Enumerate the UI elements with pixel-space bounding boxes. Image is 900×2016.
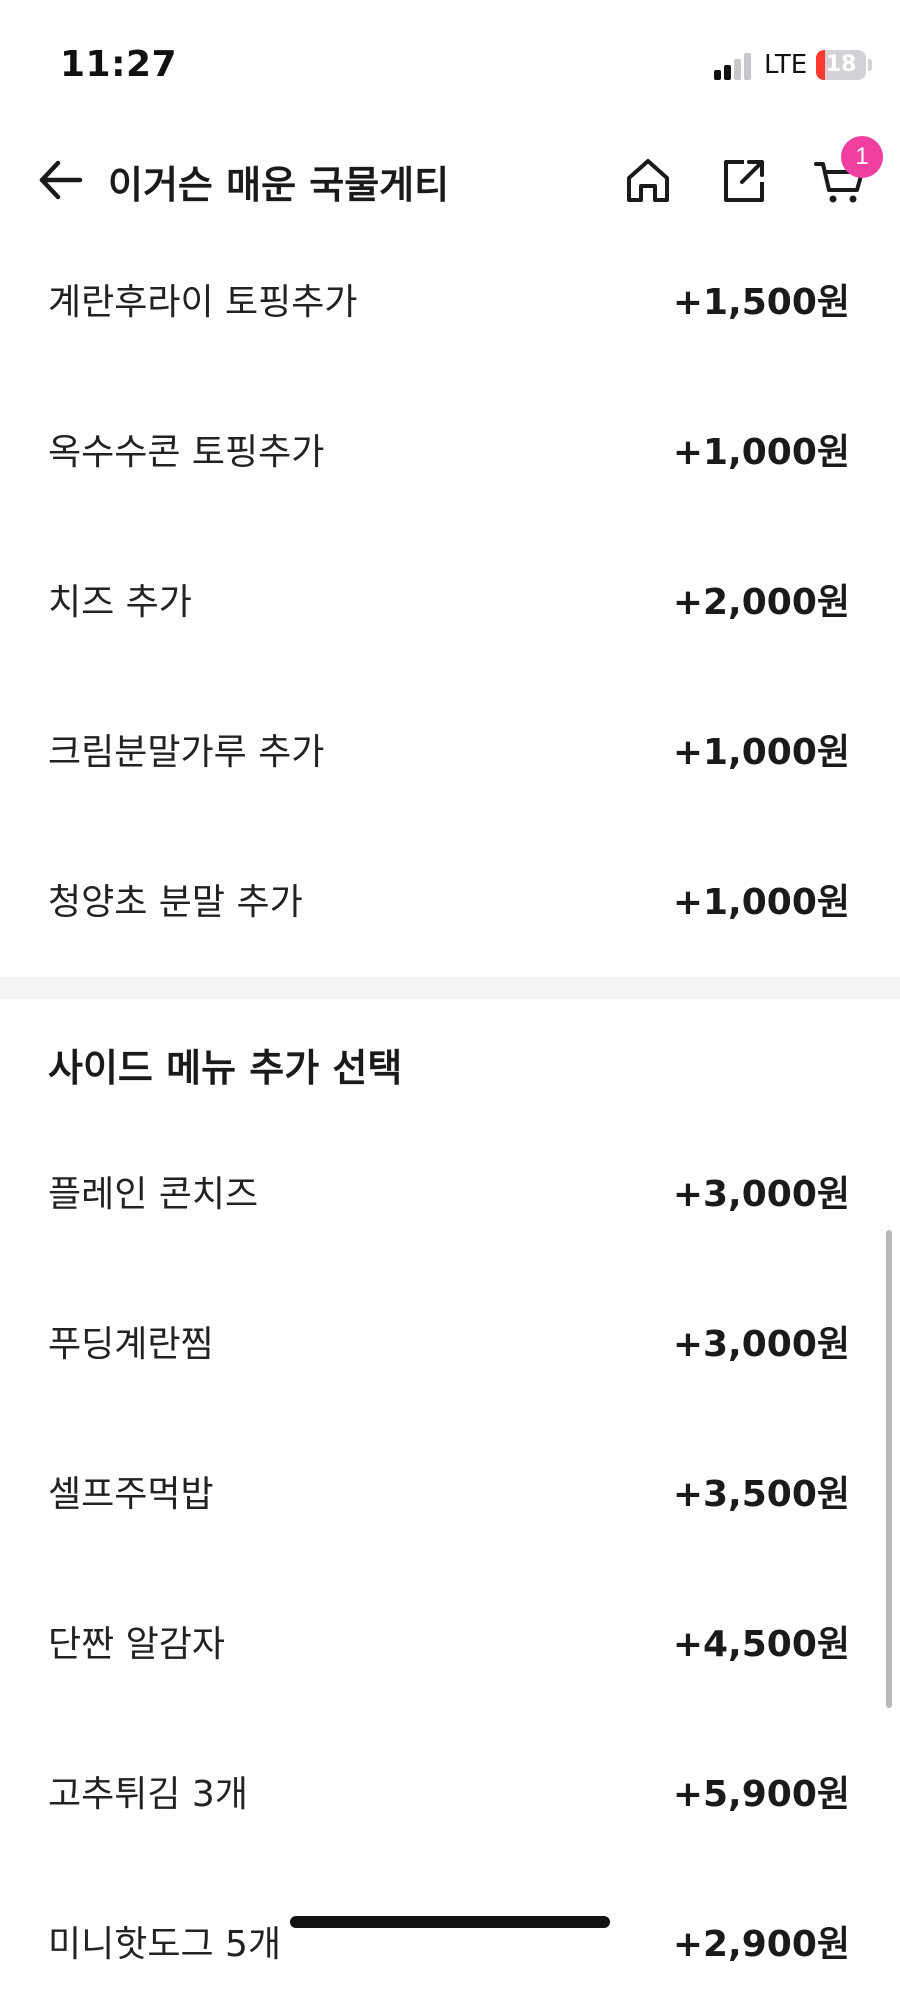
option-row[interactable]: 계란후라이 토핑추가 +1,500원 [0, 224, 900, 374]
share-icon [724, 160, 764, 202]
option-row[interactable]: 플레인 콘치즈 +3,000원 [0, 1116, 900, 1266]
cellular-signal-icon [714, 52, 754, 80]
option-row[interactable]: 옥수수콘 토핑추가 +1,000원 [0, 374, 900, 524]
option-label: 푸딩계란찜 [48, 1324, 214, 1365]
option-row[interactable]: 청양초 분말 추가 +1,000원 [0, 824, 900, 974]
option-label: 계란후라이 토핑추가 [48, 282, 358, 323]
side-menu-options-list: 플레인 콘치즈 +3,000원 푸딩계란찜 +3,000원 셀프주먹밥 +3,5… [0, 1116, 900, 2016]
status-time: 11:27 [60, 44, 178, 85]
option-row[interactable]: 고추튀김 3개 +5,900원 [0, 1716, 900, 1866]
option-price: +5,900원 [672, 1774, 850, 1815]
option-label: 치즈 추가 [48, 582, 192, 623]
option-label: 크림분말가루 추가 [48, 732, 325, 773]
app-header: 이거슨 매운 국물게티 [0, 130, 900, 230]
option-row[interactable]: 미니핫도그 5개 +2,900원 [0, 1866, 900, 2016]
battery-cap [868, 59, 872, 71]
option-price: +1,000원 [672, 432, 850, 473]
option-price: +2,000원 [672, 582, 850, 623]
side-menu-section-title: 사이드 메뉴 추가 선택 [48, 1046, 403, 1090]
battery-icon: 18 [816, 50, 866, 80]
back-arrow-icon [39, 160, 83, 200]
home-indicator[interactable] [290, 1916, 610, 1928]
page-title: 이거슨 매운 국물게티 [108, 163, 450, 207]
topping-options-list: 계란후라이 토핑추가 +1,500원 옥수수콘 토핑추가 +1,000원 치즈 … [0, 224, 900, 974]
option-price: +1,500원 [672, 282, 850, 323]
option-label: 고추튀김 3개 [48, 1774, 248, 1815]
option-label: 미니핫도그 5개 [48, 1924, 282, 1965]
home-icon [627, 159, 669, 202]
option-row[interactable]: 푸딩계란찜 +3,000원 [0, 1266, 900, 1416]
cart-count-badge: 1 [841, 136, 883, 178]
option-price: +4,500원 [672, 1624, 850, 1665]
section-divider [0, 977, 900, 999]
option-label: 청양초 분말 추가 [48, 882, 303, 923]
option-row[interactable]: 단짠 알감자 +4,500원 [0, 1566, 900, 1716]
back-button[interactable] [36, 152, 86, 208]
option-price: +3,500원 [672, 1474, 850, 1515]
option-price: +3,000원 [672, 1324, 850, 1365]
network-type: LTE [764, 50, 808, 80]
scrollbar[interactable] [886, 1230, 892, 1708]
option-label: 옥수수콘 토핑추가 [48, 432, 325, 473]
option-price: +2,900원 [672, 1924, 850, 1965]
home-button[interactable] [620, 152, 676, 208]
battery-level: 18 [825, 52, 857, 77]
option-price: +1,000원 [672, 882, 850, 923]
option-price: +3,000원 [672, 1174, 850, 1215]
status-bar: 11:27 LTE 18 [0, 0, 900, 120]
option-label: 단짠 알감자 [48, 1624, 226, 1665]
option-price: +1,000원 [672, 732, 850, 773]
share-button[interactable] [716, 152, 772, 208]
option-row[interactable]: 크림분말가루 추가 +1,000원 [0, 674, 900, 824]
option-label: 플레인 콘치즈 [48, 1174, 259, 1215]
option-row[interactable]: 치즈 추가 +2,000원 [0, 524, 900, 674]
option-label: 셀프주먹밥 [48, 1474, 214, 1515]
option-row[interactable]: 셀프주먹밥 +3,500원 [0, 1416, 900, 1566]
